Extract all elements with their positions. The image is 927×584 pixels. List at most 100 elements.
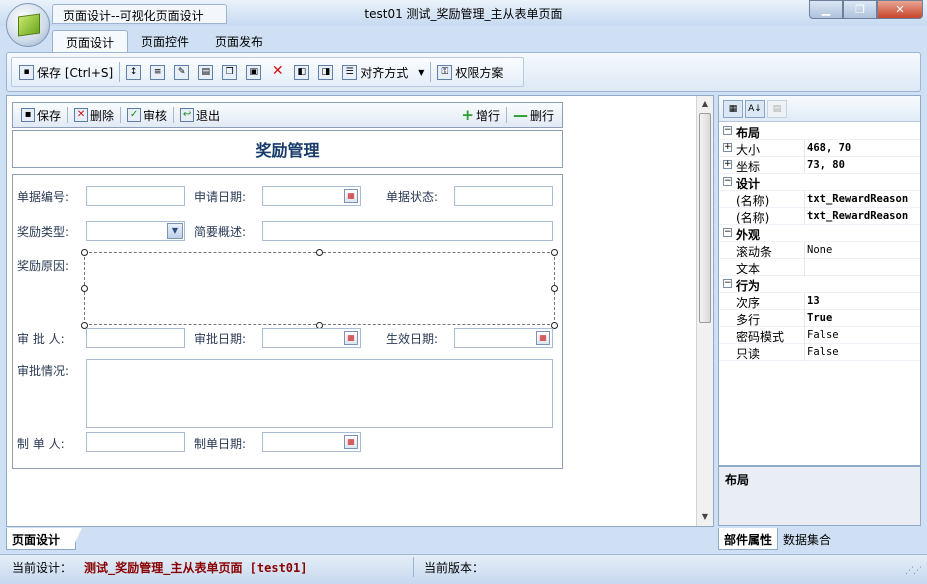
effective-date-input[interactable]: ▦ <box>454 328 553 348</box>
label-approve-info: 审批情况: <box>17 364 70 378</box>
property-name: (名称) <box>736 194 770 208</box>
app-menu-button[interactable] <box>6 3 50 47</box>
calendar-icon[interactable]: ▦ <box>344 189 358 203</box>
property-row[interactable]: 次序 13 <box>719 293 920 310</box>
expand-icon[interactable]: + <box>723 160 732 169</box>
creator-input[interactable] <box>86 432 185 452</box>
approver-input[interactable] <box>86 328 185 348</box>
maximize-button[interactable]: ❐ <box>843 0 877 19</box>
create-date-input[interactable]: ▦ <box>262 432 361 452</box>
permission-label: 权限方案 <box>455 65 504 80</box>
property-value[interactable]: 73, 80 <box>807 159 920 171</box>
property-divider <box>804 208 805 225</box>
edit-button[interactable]: ✎ <box>171 61 195 83</box>
resize-handle[interactable] <box>551 249 558 256</box>
reward-reason-textarea[interactable] <box>84 252 555 325</box>
property-category[interactable]: − 行为 <box>719 276 920 293</box>
form-delete-button[interactable]: ✕ 删除 <box>70 107 118 124</box>
copy-button[interactable]: ❐ <box>219 61 243 83</box>
tab-page-controls[interactable]: 页面控件 <box>128 30 202 52</box>
paste-button[interactable]: ▣ <box>243 61 267 83</box>
tab-page-design[interactable]: 页面设计 <box>52 30 129 52</box>
tab-order-button[interactable]: ↕ <box>123 61 147 83</box>
scroll-thumb[interactable] <box>699 113 711 323</box>
property-row[interactable]: 多行 True <box>719 310 920 327</box>
scroll-down-icon[interactable]: ▼ <box>697 509 713 525</box>
doc-status-input[interactable] <box>454 186 553 206</box>
property-row[interactable]: (名称) txt_RewardReason <box>719 191 920 208</box>
ribbon-toolbar: ▪ 保存 [Ctrl+S] ↕ ≡ ✎ ▤ ❐ ▣ ✕ ◧ ◨ ☰ 对齐方式 ▼ ⚿ 权… <box>6 52 921 92</box>
label-apply-date: 申请日期: <box>194 190 247 204</box>
resize-handle[interactable] <box>316 249 323 256</box>
approve-date-input[interactable]: ▦ <box>262 328 361 348</box>
toolbar-divider <box>119 62 121 82</box>
form-button[interactable]: ▤ <box>195 61 219 83</box>
collapse-icon[interactable]: − <box>723 279 732 288</box>
save-button[interactable]: ▪ 保存 [Ctrl+S] <box>16 61 116 83</box>
tab-page-design-bottom[interactable]: 页面设计 <box>6 528 76 550</box>
calendar-icon[interactable]: ▦ <box>344 435 358 449</box>
resize-handle[interactable] <box>81 249 88 256</box>
collapse-icon[interactable]: − <box>723 126 732 135</box>
canvas-scrollbar[interactable]: ▲ ▼ <box>696 96 713 526</box>
resize-handle[interactable] <box>81 285 88 292</box>
property-row[interactable]: 密码模式 False <box>719 327 920 344</box>
form-save-button[interactable]: ▪ 保存 <box>17 107 65 124</box>
calendar-icon[interactable]: ▦ <box>536 331 550 345</box>
property-pages-icon[interactable]: ▤ <box>767 99 787 118</box>
property-category[interactable]: − 布局 <box>719 123 920 140</box>
property-value[interactable]: 468, 70 <box>807 142 920 154</box>
tab-component-properties[interactable]: 部件属性 <box>718 528 779 550</box>
property-value[interactable]: 13 <box>807 295 920 307</box>
property-value[interactable]: True <box>807 312 920 324</box>
checkbox-icon: ✓ <box>127 108 142 122</box>
apply-date-input[interactable]: ▦ <box>262 186 361 206</box>
add-row-button[interactable]: + 增行 <box>457 106 504 124</box>
categorized-view-icon[interactable]: ▦ <box>723 99 743 118</box>
delete-button[interactable]: ✕ <box>267 61 291 83</box>
bring-front-button[interactable]: ◧ <box>291 61 315 83</box>
close-button[interactable]: ✕ <box>877 0 923 19</box>
property-category[interactable]: − 设计 <box>719 174 920 191</box>
property-row[interactable]: 只读 False <box>719 344 920 361</box>
properties-button[interactable]: ≡ <box>147 61 171 83</box>
minimize-button[interactable]: ▁ <box>809 0 843 19</box>
expand-icon[interactable]: + <box>723 143 732 152</box>
resize-handle[interactable] <box>551 285 558 292</box>
summary-input[interactable] <box>262 221 553 241</box>
property-value[interactable]: txt_RewardReason <box>807 210 920 222</box>
tab-data-collection[interactable]: 数据集合 <box>778 528 836 550</box>
property-row[interactable]: + 大小 468, 70 <box>719 140 920 157</box>
property-row[interactable]: 滚动条 None <box>719 242 920 259</box>
chevron-down-icon[interactable]: ▼ <box>167 223 183 239</box>
property-value[interactable]: False <box>807 346 920 358</box>
delete-row-button[interactable]: — 删行 <box>509 106 558 124</box>
property-tabs: 部件属性 数据集合 <box>718 528 836 550</box>
permission-button[interactable]: ⚿ 权限方案 <box>434 61 506 83</box>
window-title: test01 测试_奖励管理_主从表单页面 <box>364 7 563 21</box>
collapse-icon[interactable]: − <box>723 177 732 186</box>
approve-info-textarea[interactable] <box>86 359 553 428</box>
property-value[interactable]: False <box>807 329 920 341</box>
property-row[interactable]: 文本 <box>719 259 920 276</box>
property-value[interactable]: None <box>807 244 920 256</box>
property-row[interactable]: + 坐标 73, 80 <box>719 157 920 174</box>
sort-alpha-icon[interactable]: A↓ <box>745 99 765 118</box>
resize-grip-icon[interactable]: ⋰⋰ <box>905 566 922 580</box>
property-divider <box>804 310 805 327</box>
scroll-up-icon[interactable]: ▲ <box>697 96 713 112</box>
label-creator: 制 单 人: <box>17 437 65 451</box>
form-audit-button[interactable]: ✓ 审核 <box>123 107 171 124</box>
tab-page-publish[interactable]: 页面发布 <box>202 30 276 52</box>
send-back-button[interactable]: ◨ <box>315 61 339 83</box>
reward-type-select[interactable]: ▼ <box>86 221 185 241</box>
calendar-icon[interactable]: ▦ <box>344 331 358 345</box>
collapse-icon[interactable]: − <box>723 228 732 237</box>
label-effective-date: 生效日期: <box>386 332 439 346</box>
property-row[interactable]: (名称) txt_RewardReason <box>719 208 920 225</box>
form-exit-button[interactable]: ↩ 退出 <box>176 107 224 124</box>
align-dropdown[interactable]: ☰ 对齐方式 ▼ <box>339 61 427 83</box>
property-category[interactable]: − 外观 <box>719 225 920 242</box>
doc-no-input[interactable] <box>86 186 185 206</box>
property-value[interactable]: txt_RewardReason <box>807 193 920 205</box>
